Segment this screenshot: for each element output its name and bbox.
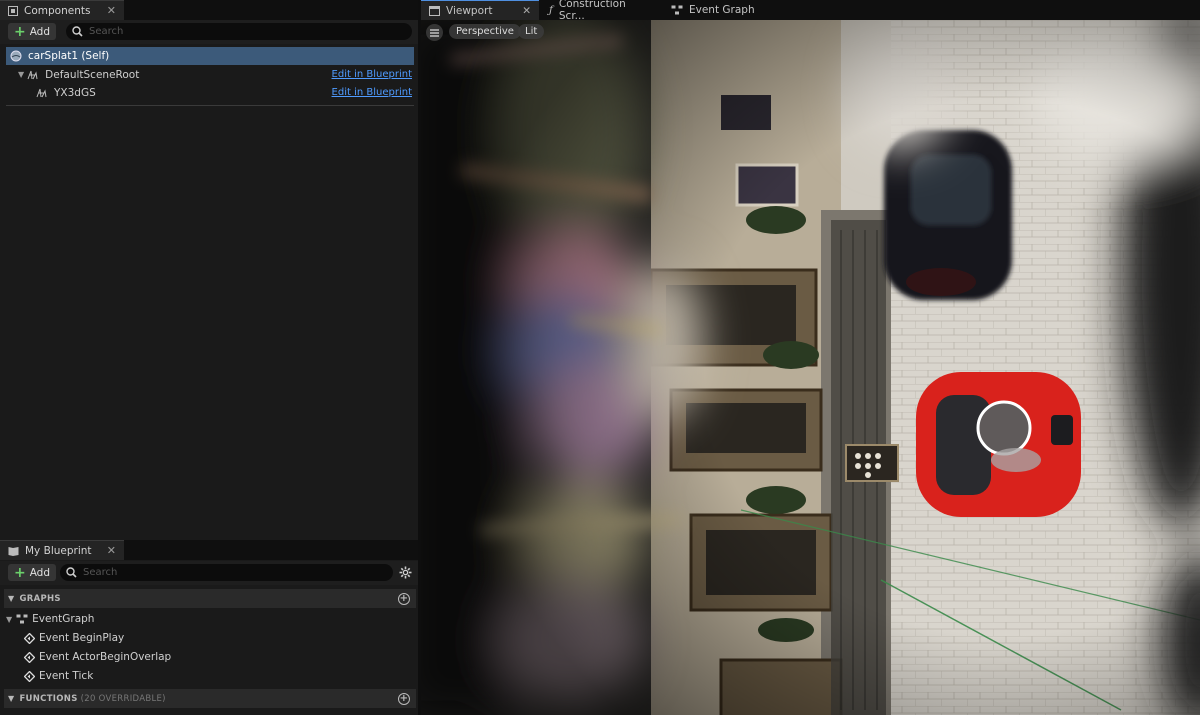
lit-button[interactable]: Lit	[518, 24, 545, 39]
scene-component-icon	[27, 70, 38, 80]
plus-icon: +	[13, 23, 26, 40]
components-search-input[interactable]	[89, 26, 361, 37]
search-icon	[66, 567, 77, 578]
functions-overridable-count: (20 OVERRIDABLE)	[80, 693, 166, 704]
expand-arrow-icon[interactable]: ▼	[6, 615, 12, 624]
blueprint-search[interactable]	[60, 564, 393, 581]
components-toolbar: + Add	[0, 20, 418, 44]
components-add-button[interactable]: + Add	[8, 23, 56, 40]
gear-icon[interactable]	[399, 566, 412, 579]
tree-row-label: YX3dGS	[54, 86, 96, 99]
event-icon	[24, 632, 35, 644]
event-label: Event BeginPlay	[39, 632, 125, 644]
function-icon: ƒ	[549, 4, 553, 16]
tree-divider	[6, 105, 414, 106]
components-tab-label: Components	[24, 4, 91, 17]
event-graph-label: EventGraph	[32, 613, 95, 625]
tab-label: Construction Scr...	[558, 0, 626, 22]
event-icon	[24, 651, 35, 663]
viewport-scene[interactable]: Perspective Lit	[421, 20, 1200, 715]
edit-in-blueprint-link[interactable]: Edit in Blueprint	[332, 69, 412, 80]
close-icon[interactable]: ✕	[107, 544, 116, 557]
event-label: Event ActorBeginOverlap	[39, 651, 172, 663]
tab-label: Viewport	[446, 4, 493, 17]
blueprint-toolbar: + Add	[0, 561, 418, 585]
close-icon[interactable]: ✕	[522, 5, 531, 17]
tree-row-defaultsceneroot[interactable]: ▼ DefaultSceneRoot Edit in Blueprint	[6, 66, 414, 83]
perspective-button[interactable]: Perspective	[449, 24, 521, 39]
event-item[interactable]: Event ActorBeginOverlap	[24, 648, 171, 666]
tab-construction-script[interactable]: ƒ Construction Scr...	[541, 0, 661, 22]
functions-section-header[interactable]: ▼ FUNCTIONS (20 OVERRIDABLE) +	[4, 689, 416, 708]
gaussian-splat-scene-image	[421, 20, 1200, 715]
blueprint-tabbar: My Blueprint ✕	[0, 540, 418, 560]
edit-in-blueprint-link[interactable]: Edit in Blueprint	[332, 87, 412, 98]
viewport-icon	[429, 5, 440, 16]
left-panel: Components ✕ + Add carSplat1 (Self) ▼ De…	[0, 0, 418, 715]
blueprint-add-button[interactable]: + Add	[8, 564, 56, 581]
tab-components[interactable]: Components ✕	[0, 0, 124, 20]
graph-icon	[16, 614, 28, 624]
close-icon[interactable]: ✕	[107, 4, 116, 17]
event-graph-item[interactable]: ▼ EventGraph	[6, 610, 94, 628]
event-item[interactable]: Event BeginPlay	[24, 629, 124, 647]
event-item[interactable]: Event Tick	[24, 667, 93, 685]
blueprint-search-input[interactable]	[83, 567, 345, 578]
tree-row-label: carSplat1 (Self)	[28, 50, 110, 62]
tab-label: Event Graph	[689, 4, 755, 16]
tree-row-yx3dgs[interactable]: YX3dGS Edit in Blueprint	[6, 84, 414, 101]
search-icon	[72, 26, 83, 37]
tree-row-label: DefaultSceneRoot	[45, 68, 140, 81]
tab-viewport[interactable]: Viewport ✕	[421, 0, 539, 20]
components-tabbar: Components ✕	[0, 0, 418, 20]
graphs-section-header[interactable]: ▼ GRAPHS +	[4, 589, 416, 608]
graph-icon	[671, 5, 683, 15]
tab-event-graph[interactable]: Event Graph	[663, 0, 783, 20]
editor-tabbar: Viewport ✕ ƒ Construction Scr... Event G…	[421, 0, 1200, 22]
functions-header-label: FUNCTIONS	[19, 693, 78, 704]
add-label: Add	[29, 566, 51, 579]
event-label: Event Tick	[39, 670, 94, 682]
actor-icon	[10, 50, 22, 62]
add-function-icon[interactable]: +	[398, 693, 410, 705]
plus-icon: +	[13, 564, 26, 581]
collapse-arrow-icon[interactable]: ▼	[8, 694, 14, 703]
tab-my-blueprint[interactable]: My Blueprint ✕	[0, 540, 124, 560]
expand-arrow-icon[interactable]: ▼	[18, 70, 24, 79]
add-graph-icon[interactable]: +	[398, 593, 410, 605]
hamburger-icon	[430, 28, 439, 37]
scene-component-icon	[36, 88, 47, 98]
event-icon	[24, 670, 35, 682]
components-search[interactable]	[66, 23, 412, 40]
blueprint-tab-label: My Blueprint	[25, 544, 92, 557]
add-label: Add	[29, 25, 51, 38]
graphs-header-label: GRAPHS	[19, 593, 61, 604]
viewport-menu-button[interactable]	[426, 24, 443, 41]
components-icon	[8, 5, 18, 16]
editor-area: Viewport ✕ ƒ Construction Scr... Event G…	[421, 0, 1200, 715]
collapse-arrow-icon[interactable]: ▼	[8, 594, 14, 603]
tree-row-self[interactable]: carSplat1 (Self)	[6, 47, 414, 65]
book-icon	[8, 546, 19, 556]
